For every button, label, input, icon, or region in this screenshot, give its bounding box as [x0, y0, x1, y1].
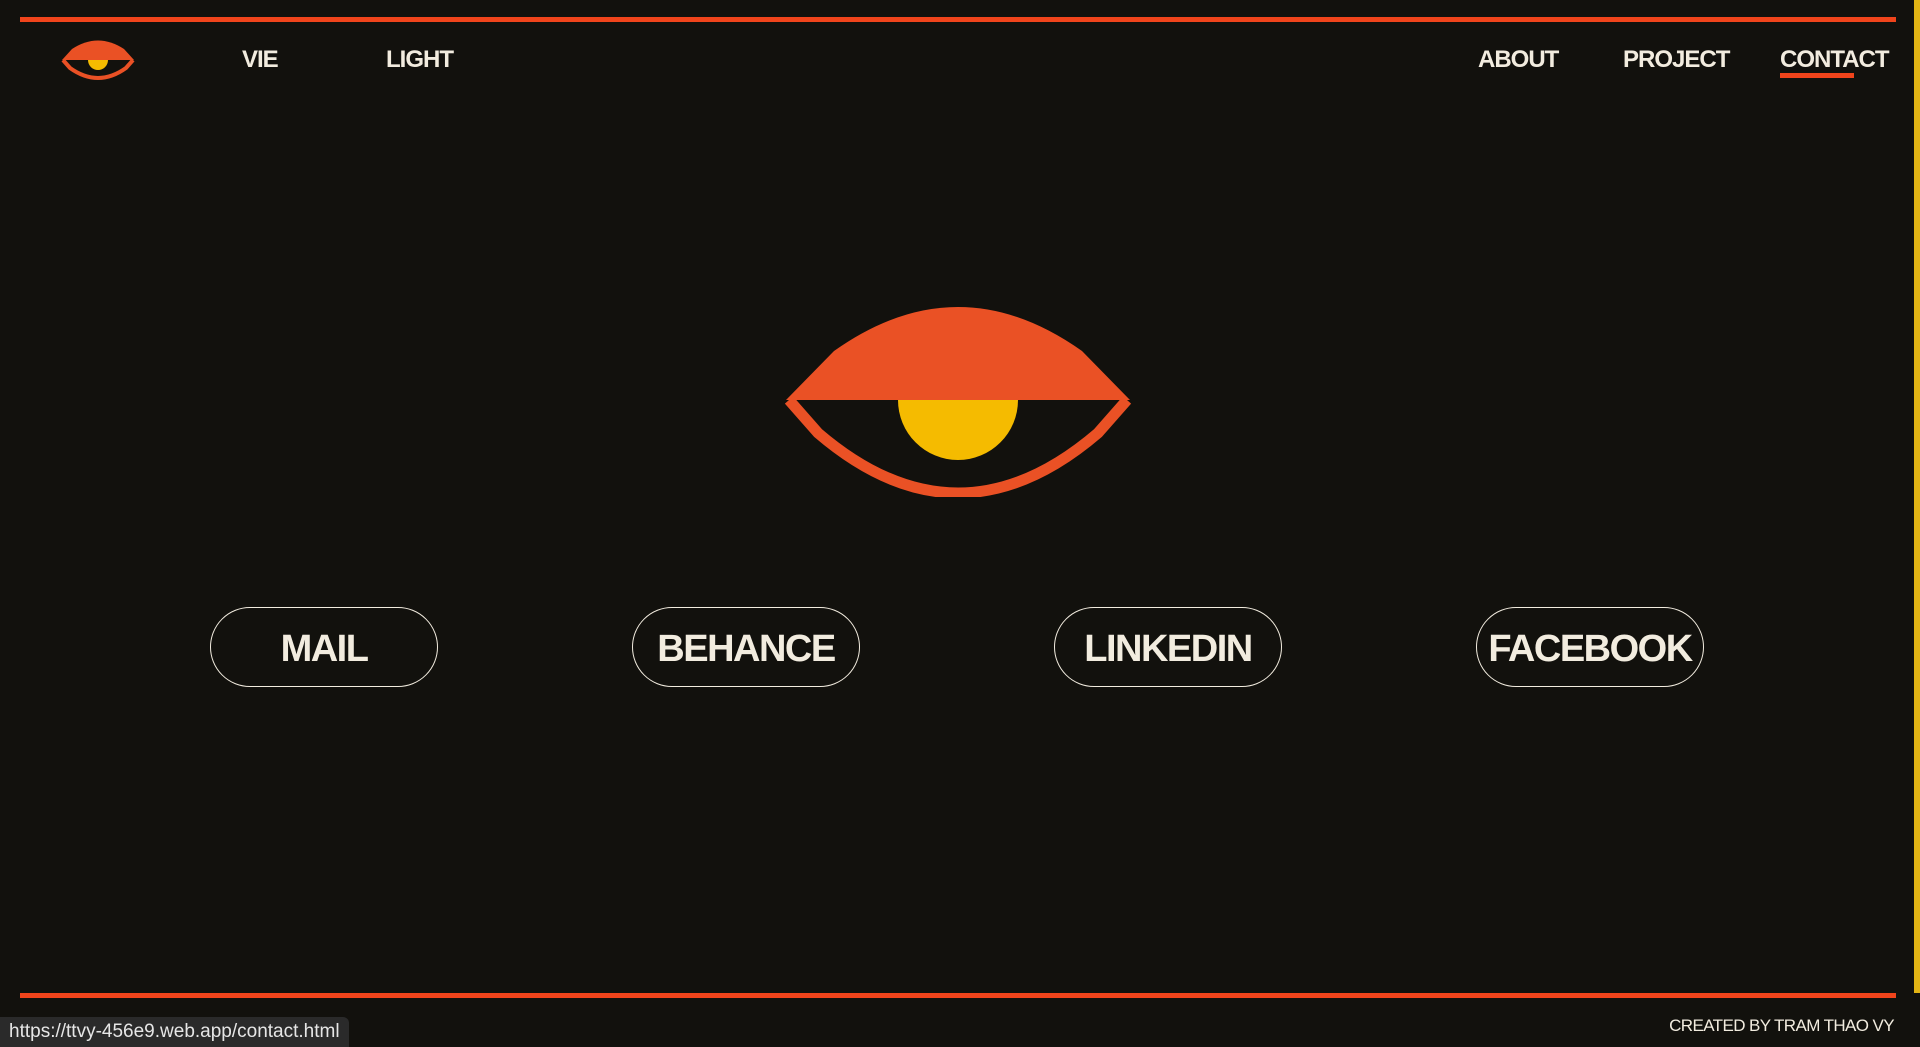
- status-bar-url: https://ttvy-456e9.web.app/contact.html: [0, 1017, 349, 1047]
- nav-contact[interactable]: CONTACT: [1780, 46, 1890, 74]
- mail-button[interactable]: MAIL: [210, 607, 438, 687]
- footer-credit: CREATED BY TRAM THAO VY: [1669, 1016, 1894, 1035]
- linkedin-button[interactable]: LINKEDIN: [1054, 607, 1282, 687]
- facebook-button[interactable]: FACEBOOK: [1476, 607, 1704, 687]
- top-divider: [20, 17, 1896, 22]
- nav-vie[interactable]: VIE: [242, 46, 279, 74]
- active-nav-indicator: [1780, 73, 1854, 78]
- nav-light[interactable]: LIGHT: [386, 46, 454, 74]
- bottom-divider: [20, 993, 1896, 998]
- eye-icon: [784, 307, 1132, 497]
- eye-logo-icon[interactable]: [60, 38, 136, 82]
- scrollbar[interactable]: [1914, 0, 1920, 993]
- nav-project[interactable]: PROJECT: [1623, 46, 1730, 74]
- behance-button[interactable]: BEHANCE: [632, 607, 860, 687]
- nav-about[interactable]: ABOUT: [1478, 46, 1559, 74]
